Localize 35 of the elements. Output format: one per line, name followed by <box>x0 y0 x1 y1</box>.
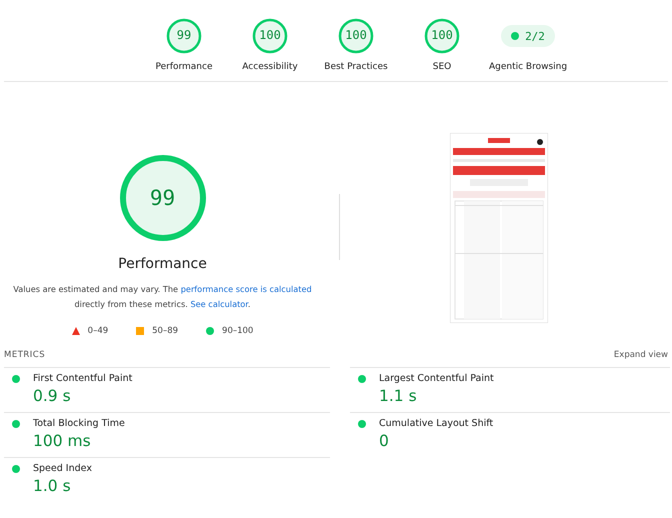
metric-value: 100 ms <box>33 432 92 450</box>
metric-name: Speed Index <box>33 463 92 474</box>
score-value: 2/2 <box>525 30 545 42</box>
score-label: Best Practices <box>324 62 388 72</box>
score-gauge[interactable] <box>165 17 203 55</box>
metric-name: Cumulative Layout Shift <box>379 418 494 429</box>
expand-view-link[interactable]: Expand view <box>614 350 668 360</box>
metric-name: Largest Contentful Paint <box>379 373 494 384</box>
metric-value: 1.0 s <box>33 477 72 495</box>
score-gauge[interactable] <box>423 17 461 55</box>
score-note: Values are estimated and may vary. The performance score is calculated directly from these metrics. See calculator. <box>12 283 312 311</box>
performance-score: 99 <box>150 186 176 210</box>
score-label: Accessibility <box>242 62 298 72</box>
metric-name: First Contentful Paint <box>33 373 132 384</box>
legend-label: 0–49 <box>88 326 108 336</box>
metric-value: 0.9 s <box>33 387 72 405</box>
score-gauge[interactable] <box>337 17 375 55</box>
score-label: Performance <box>155 62 213 72</box>
score-link[interactable]: performance score is calculated <box>180 284 312 294</box>
score-value: 100 <box>431 28 453 42</box>
score-pill[interactable]: 2/2 <box>501 25 555 47</box>
performance-title: Performance <box>118 256 207 272</box>
score-label: Agentic Browsing <box>488 62 568 72</box>
metrics-heading: METRICS <box>4 350 46 360</box>
score-value: 100 <box>345 28 367 42</box>
metric-name: Total Blocking Time <box>33 418 125 429</box>
legend-label: 90–100 <box>222 326 254 336</box>
score-gauge[interactable] <box>251 17 289 55</box>
metric-value: 0 <box>379 432 390 450</box>
metric-value: 1.1 s <box>379 387 418 405</box>
calculator-link[interactable]: See calculator <box>190 299 248 309</box>
score-value: 99 <box>176 28 192 42</box>
legend-label: 50–89 <box>152 326 178 336</box>
score-label: SEO <box>432 62 452 72</box>
score-value: 100 <box>259 28 281 42</box>
